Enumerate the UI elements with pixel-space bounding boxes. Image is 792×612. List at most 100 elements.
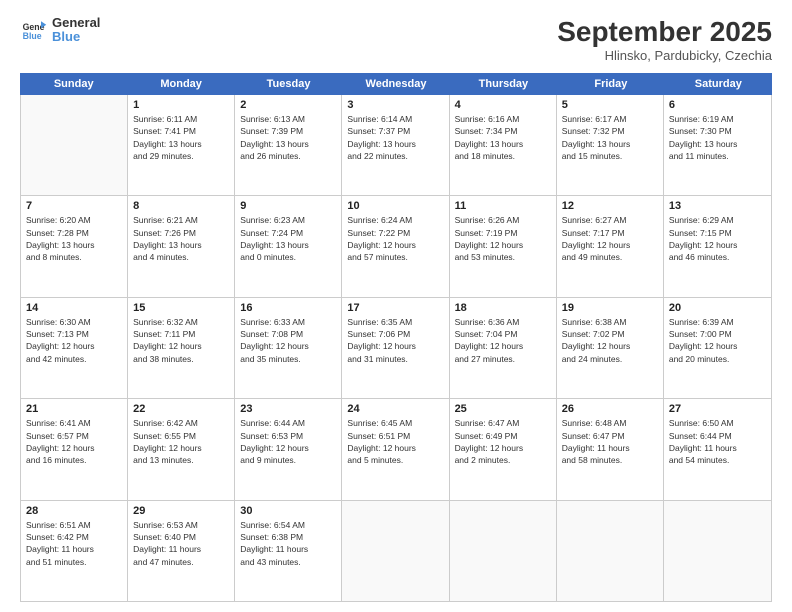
calendar-cell: 10 Sunrise: 6:24 AM Sunset: 7:22 PM Dayli… xyxy=(342,196,449,296)
calendar-cell: 12 Sunrise: 6:27 AM Sunset: 7:17 PM Dayli… xyxy=(557,196,664,296)
day-info: Sunrise: 6:30 AM Sunset: 7:13 PM Dayligh… xyxy=(26,316,122,365)
day-number: 19 xyxy=(562,302,658,314)
day-number: 8 xyxy=(133,200,229,212)
day-info: Sunrise: 6:29 AM Sunset: 7:15 PM Dayligh… xyxy=(669,214,766,263)
day-number: 7 xyxy=(26,200,122,212)
title-block: September 2025 Hlinsko, Pardubicky, Czec… xyxy=(557,16,772,63)
day-info: Sunrise: 6:33 AM Sunset: 7:08 PM Dayligh… xyxy=(240,316,336,365)
day-info: Sunrise: 6:39 AM Sunset: 7:00 PM Dayligh… xyxy=(669,316,766,365)
day-info: Sunrise: 6:19 AM Sunset: 7:30 PM Dayligh… xyxy=(669,113,766,162)
calendar-cell: 30Sunrise: 6:54 AM Sunset: 6:38 PM Dayli… xyxy=(235,501,342,601)
logo: Gene Blue General Blue xyxy=(20,16,100,45)
day-info: Sunrise: 6:13 AM Sunset: 7:39 PM Dayligh… xyxy=(240,113,336,162)
calendar-cell: 28Sunrise: 6:51 AM Sunset: 6:42 PM Dayli… xyxy=(21,501,128,601)
calendar-cell: 2 Sunrise: 6:13 AM Sunset: 7:39 PM Daylig… xyxy=(235,95,342,195)
calendar-week-4: 21 Sunrise: 6:41 AM Sunset: 6:57 PM Dayli… xyxy=(21,399,771,500)
day-info: Sunrise: 6:11 AM Sunset: 7:41 PM Dayligh… xyxy=(133,113,229,162)
day-number: 12 xyxy=(562,200,658,212)
day-info: Sunrise: 6:24 AM Sunset: 7:22 PM Dayligh… xyxy=(347,214,443,263)
day-number: 14 xyxy=(26,302,122,314)
day-number: 21 xyxy=(26,403,122,415)
day-number: 26 xyxy=(562,403,658,415)
day-number: 5 xyxy=(562,99,658,111)
day-info: Sunrise: 6:42 AM Sunset: 6:55 PM Dayligh… xyxy=(133,417,229,466)
day-info: Sunrise: 6:53 AM Sunset: 6:40 PM Dayligh… xyxy=(133,519,229,568)
calendar-cell: 25 Sunrise: 6:47 AM Sunset: 6:49 PM Dayli… xyxy=(450,399,557,499)
day-number: 16 xyxy=(240,302,336,314)
day-number: 23 xyxy=(240,403,336,415)
calendar-cell: 8 Sunrise: 6:21 AM Sunset: 7:26 PM Daylig… xyxy=(128,196,235,296)
calendar-cell: 16 Sunrise: 6:33 AM Sunset: 7:08 PM Dayli… xyxy=(235,298,342,398)
day-number: 10 xyxy=(347,200,443,212)
day-info: Sunrise: 6:35 AM Sunset: 7:06 PM Dayligh… xyxy=(347,316,443,365)
svg-text:Blue: Blue xyxy=(23,31,42,41)
day-info: Sunrise: 6:21 AM Sunset: 7:26 PM Dayligh… xyxy=(133,214,229,263)
calendar-cell: 13 Sunrise: 6:29 AM Sunset: 7:15 PM Dayli… xyxy=(664,196,771,296)
day-info: Sunrise: 6:17 AM Sunset: 7:32 PM Dayligh… xyxy=(562,113,658,162)
calendar-cell: 29 Sunrise: 6:53 AM Sunset: 6:40 PM Dayli… xyxy=(128,501,235,601)
header-day-saturday: Saturday xyxy=(665,73,772,95)
day-info: Sunrise: 6:16 AM Sunset: 7:34 PM Dayligh… xyxy=(455,113,551,162)
subtitle: Hlinsko, Pardubicky, Czechia xyxy=(557,48,772,63)
calendar-cell: 6 Sunrise: 6:19 AM Sunset: 7:30 PM Daylig… xyxy=(664,95,771,195)
day-info: Sunrise: 6:50 AM Sunset: 6:44 PM Dayligh… xyxy=(669,417,766,466)
day-number: 11 xyxy=(455,200,551,212)
calendar-cell: 22 Sunrise: 6:42 AM Sunset: 6:55 PM Dayli… xyxy=(128,399,235,499)
calendar-cell: 5 Sunrise: 6:17 AM Sunset: 7:32 PM Daylig… xyxy=(557,95,664,195)
day-number: 13 xyxy=(669,200,766,212)
day-info: Sunrise: 6:36 AM Sunset: 7:04 PM Dayligh… xyxy=(455,316,551,365)
calendar-cell: 15 Sunrise: 6:32 AM Sunset: 7:11 PM Dayli… xyxy=(128,298,235,398)
calendar-cell: 20 Sunrise: 6:39 AM Sunset: 7:00 PM Dayli… xyxy=(664,298,771,398)
logo-line1: General xyxy=(52,16,100,30)
calendar-cell: 18 Sunrise: 6:36 AM Sunset: 7:04 PM Dayli… xyxy=(450,298,557,398)
header-day-wednesday: Wednesday xyxy=(342,73,449,95)
day-number: 20 xyxy=(669,302,766,314)
day-info: Sunrise: 6:41 AM Sunset: 6:57 PM Dayligh… xyxy=(26,417,122,466)
calendar: SundayMondayTuesdayWednesdayThursdayFrid… xyxy=(20,73,772,602)
day-number: 25 xyxy=(455,403,551,415)
day-info: Sunrise: 6:44 AM Sunset: 6:53 PM Dayligh… xyxy=(240,417,336,466)
calendar-cell: 9 Sunrise: 6:23 AM Sunset: 7:24 PM Daylig… xyxy=(235,196,342,296)
month-title: September 2025 xyxy=(557,16,772,48)
header-day-tuesday: Tuesday xyxy=(235,73,342,95)
calendar-body-wrapper: 1 Sunrise: 6:11 AM Sunset: 7:41 PM Daylig… xyxy=(20,95,772,602)
header-day-monday: Monday xyxy=(127,73,234,95)
calendar-cell: 23 Sunrise: 6:44 AM Sunset: 6:53 PM Dayli… xyxy=(235,399,342,499)
day-number: 2 xyxy=(240,99,336,111)
calendar-cell xyxy=(21,95,128,195)
calendar-cell: 7 Sunrise: 6:20 AM Sunset: 7:28 PM Daylig… xyxy=(21,196,128,296)
calendar-cell: 27 Sunrise: 6:50 AM Sunset: 6:44 PM Dayli… xyxy=(664,399,771,499)
day-number: 3 xyxy=(347,99,443,111)
logo-icon: Gene Blue xyxy=(20,16,48,44)
day-number: 18 xyxy=(455,302,551,314)
calendar-week-3: 14 Sunrise: 6:30 AM Sunset: 7:13 PM Dayli… xyxy=(21,298,771,399)
day-number: 24 xyxy=(347,403,443,415)
day-info: Sunrise: 6:48 AM Sunset: 6:47 PM Dayligh… xyxy=(562,417,658,466)
calendar-cell xyxy=(450,501,557,601)
day-info: Sunrise: 6:26 AM Sunset: 7:19 PM Dayligh… xyxy=(455,214,551,263)
day-number: 17 xyxy=(347,302,443,314)
day-info: Sunrise: 6:32 AM Sunset: 7:11 PM Dayligh… xyxy=(133,316,229,365)
day-number: 22 xyxy=(133,403,229,415)
day-info: Sunrise: 6:27 AM Sunset: 7:17 PM Dayligh… xyxy=(562,214,658,263)
day-number: 1 xyxy=(133,99,229,111)
calendar-cell: 4Sunrise: 6:16 AM Sunset: 7:34 PM Daylig… xyxy=(450,95,557,195)
header: Gene Blue General Blue September 2025 Hl… xyxy=(20,16,772,63)
day-info: Sunrise: 6:23 AM Sunset: 7:24 PM Dayligh… xyxy=(240,214,336,263)
day-number: 27 xyxy=(669,403,766,415)
calendar-cell xyxy=(664,501,771,601)
header-day-friday: Friday xyxy=(557,73,664,95)
day-number: 15 xyxy=(133,302,229,314)
day-number: 9 xyxy=(240,200,336,212)
calendar-week-1: 1 Sunrise: 6:11 AM Sunset: 7:41 PM Daylig… xyxy=(21,95,771,196)
calendar-cell: 3Sunrise: 6:14 AM Sunset: 7:37 PM Daylig… xyxy=(342,95,449,195)
logo-text: General Blue xyxy=(52,16,100,45)
day-info: Sunrise: 6:47 AM Sunset: 6:49 PM Dayligh… xyxy=(455,417,551,466)
day-number: 29 xyxy=(133,505,229,517)
calendar-cell: 11 Sunrise: 6:26 AM Sunset: 7:19 PM Dayli… xyxy=(450,196,557,296)
day-info: Sunrise: 6:20 AM Sunset: 7:28 PM Dayligh… xyxy=(26,214,122,263)
day-number: 6 xyxy=(669,99,766,111)
calendar-cell: 24Sunrise: 6:45 AM Sunset: 6:51 PM Dayli… xyxy=(342,399,449,499)
calendar-cell: 17 Sunrise: 6:35 AM Sunset: 7:06 PM Dayli… xyxy=(342,298,449,398)
calendar-cell xyxy=(557,501,664,601)
